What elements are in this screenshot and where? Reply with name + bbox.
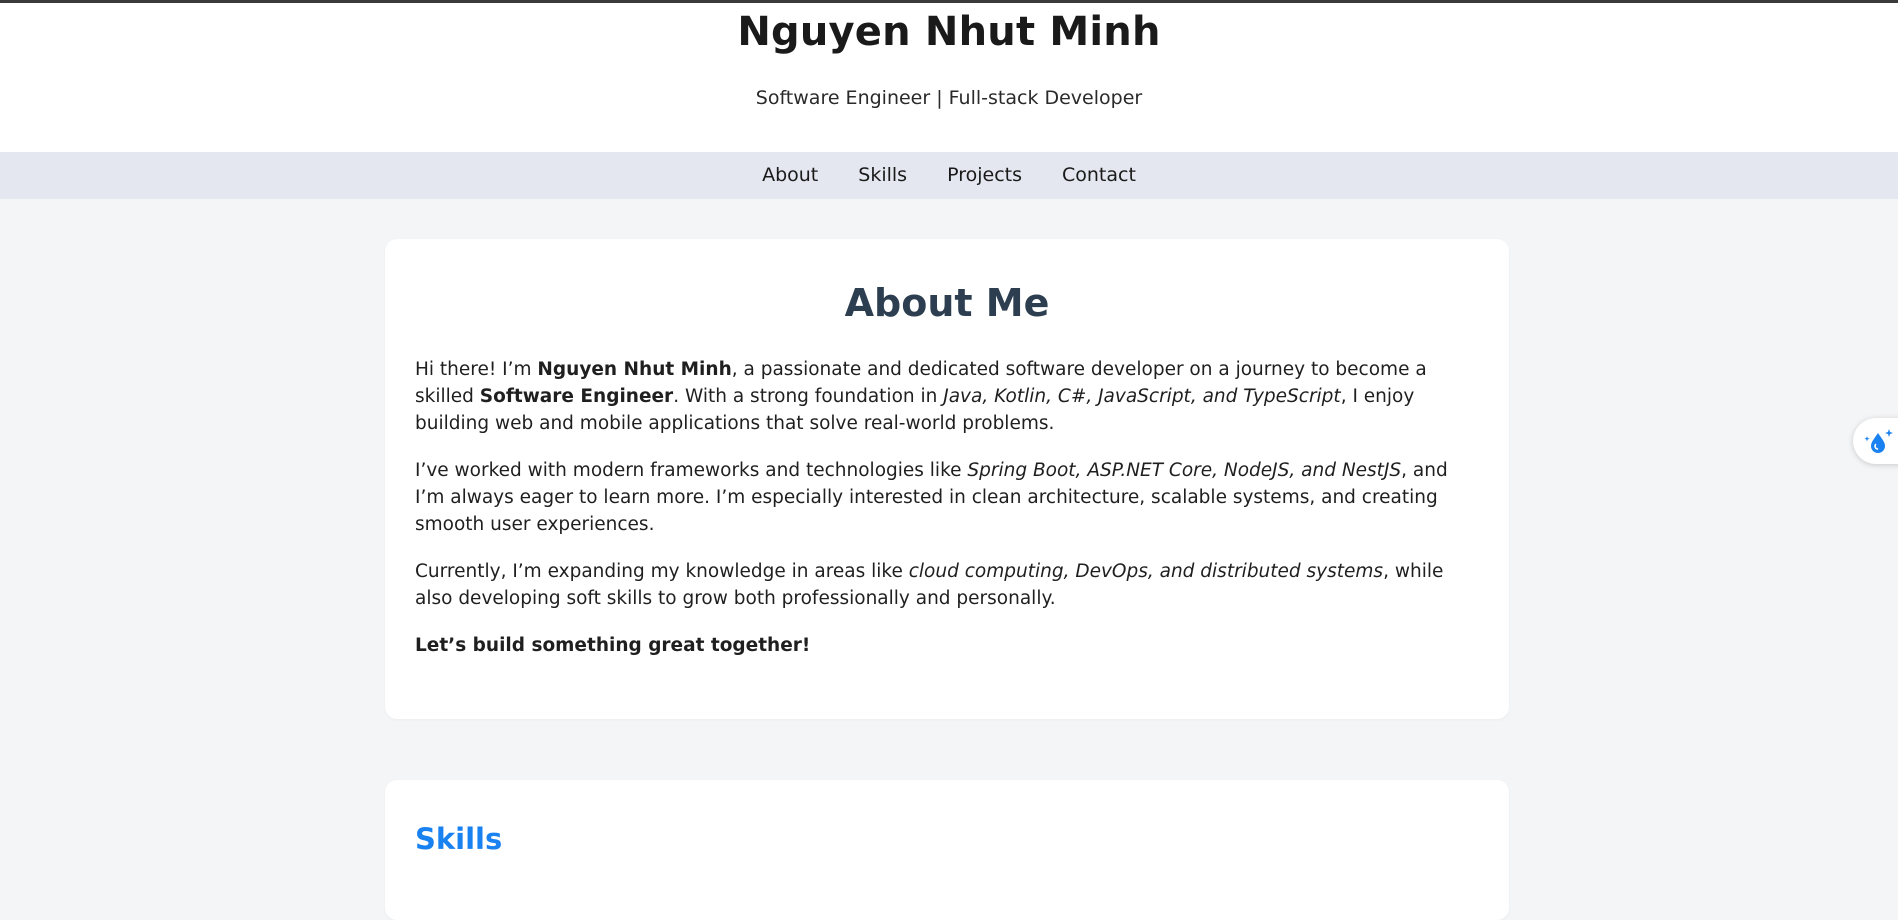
about-p1-role: Software Engineer [479,386,674,407]
site-header: Nguyen Nhut Minh Software Engineer | Ful… [0,3,1898,152]
sparkle-drop-icon [1864,429,1893,453]
about-p3-text: Currently, I’m expanding my knowledge in… [415,561,909,582]
about-p3-areas: cloud computing, DevOps, and distributed… [908,561,1384,582]
nav-link-contact[interactable]: Contact [1042,152,1156,199]
site-subtitle: Software Engineer | Full-stack Developer [755,87,1143,109]
floating-extension-widget[interactable] [1853,418,1898,464]
about-paragraph-3: Currently, I’m expanding my knowledge in… [415,558,1479,612]
about-section: About Me Hi there! I’m Nguyen Nhut Minh,… [385,239,1509,719]
about-p1-text: . With a strong foundation in [673,386,944,407]
about-p1-languages: Java, Kotlin, C#, JavaScript, and TypeSc… [943,386,1341,407]
main-nav: About Skills Projects Contact [0,152,1898,199]
skills-heading: Skills [415,822,503,856]
about-p2-frameworks: Spring Boot, ASP.NET Core, NodeJS, and N… [967,460,1402,481]
about-paragraph-1: Hi there! I’m Nguyen Nhut Minh, a passio… [415,356,1479,437]
site-title: Nguyen Nhut Minh [737,9,1161,55]
about-body: Hi there! I’m Nguyen Nhut Minh, a passio… [415,356,1479,679]
about-heading: About Me [844,281,1050,325]
about-p2-text: I’ve worked with modern frameworks and t… [415,460,968,481]
skills-section: Skills [385,780,1509,920]
nav-link-projects[interactable]: Projects [927,152,1042,199]
about-p1-name: Nguyen Nhut Minh [537,359,732,380]
nav-link-about[interactable]: About [742,152,838,199]
about-paragraph-2: I’ve worked with modern frameworks and t… [415,457,1479,538]
nav-link-skills[interactable]: Skills [838,152,927,199]
about-closing: Let’s build something great together! [415,635,811,656]
about-p1-text: Hi there! I’m [415,359,538,380]
